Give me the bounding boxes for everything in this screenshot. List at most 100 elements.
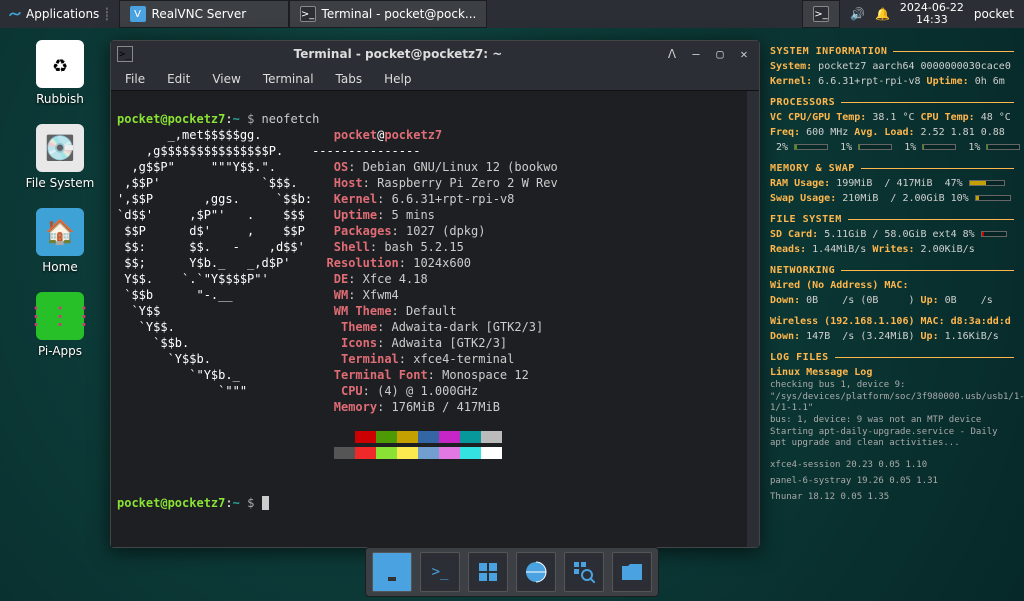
- conky-section-filesystem: FILE SYSTEM: [770, 212, 1014, 227]
- neofetch-key-memory: Memory: [334, 400, 377, 414]
- conky-log-heading: Linux Message Log: [770, 365, 1014, 380]
- menu-edit[interactable]: Edit: [157, 70, 200, 88]
- neofetch-val-termfont: : Monospace 12: [428, 368, 529, 382]
- prompt-command: neofetch: [262, 112, 320, 126]
- menu-view[interactable]: View: [202, 70, 250, 88]
- conky-log-line: checking bus 1, device 9: "/sys/devices/…: [770, 380, 1014, 415]
- neofetch-ascii-line: ,g$$P" """Y$$.".: [117, 160, 276, 174]
- neofetch-val-terminal: : xfce4-terminal: [399, 352, 515, 366]
- neofetch-key-packages: Packages: [334, 224, 392, 238]
- conky-section-networking: NETWORKING: [770, 263, 1014, 278]
- taskbar-item-realvnc-label: RealVNC Server: [152, 7, 247, 21]
- neofetch-key-theme: Theme: [341, 320, 377, 334]
- neofetch-host: pocketz7: [384, 128, 442, 142]
- applications-menu-button[interactable]: Applications ┊: [0, 0, 119, 28]
- desktop-icon-rubbish[interactable]: ♻ Rubbish: [20, 40, 100, 106]
- terminal-window-title: Terminal - pocket@pocketz7: ~: [139, 47, 657, 61]
- xfce-logo-icon: [8, 7, 22, 21]
- desktop-icon-piapps[interactable]: ⋮⋮⋮ Pi-Apps: [20, 292, 100, 358]
- panel-clock[interactable]: 2024-06-22 14:33: [900, 2, 964, 26]
- conky-sd: 5.11GiB / 58.0GiB ext4 8%: [818, 229, 975, 240]
- neofetch-ascii-line: `$$b "-.__: [117, 288, 233, 302]
- terminal-window-icon: >_: [117, 46, 133, 62]
- conky-load: 2.52 1.81 0.88: [915, 127, 1005, 138]
- neofetch-user: pocket: [334, 128, 377, 142]
- dock-home-folder[interactable]: [612, 552, 652, 592]
- neofetch-val-wm: : Xfwm4: [348, 288, 399, 302]
- piapps-icon: ⋮⋮⋮: [36, 292, 84, 340]
- desktop-icon-filesystem[interactable]: 💽 File System: [20, 124, 100, 190]
- conky-section-processors: PROCESSORS: [770, 95, 1014, 110]
- neofetch-key-icons: Icons: [341, 336, 377, 350]
- conky-log-line: Starting apt-daily-upgrade.service - Dai…: [770, 427, 1014, 450]
- dock-web-browser[interactable]: [516, 552, 556, 592]
- conky-cpu0: 2%: [776, 142, 788, 153]
- window-shade-button[interactable]: ᐱ: [663, 45, 681, 63]
- volume-icon[interactable]: 🔊: [850, 7, 865, 21]
- panel-user-label[interactable]: pocket: [974, 7, 1014, 21]
- terminal-scrollbar[interactable]: [747, 91, 759, 547]
- dock-show-desktop[interactable]: [372, 552, 412, 592]
- neofetch-val-theme: : Adwaita-dark [GTK2/3]: [377, 320, 543, 334]
- menu-terminal[interactable]: Terminal: [253, 70, 324, 88]
- conky-wired-up: 0B /s: [939, 295, 993, 306]
- neofetch-key-host: Host: [334, 176, 363, 190]
- system-tray: 🔊 🔔 2024-06-22 14:33 pocket: [840, 0, 1024, 28]
- conky-panel: SYSTEM INFORMATION System: pocketz7 aarc…: [770, 38, 1014, 503]
- menu-help[interactable]: Help: [374, 70, 421, 88]
- conky-wifi: Wireless (192.168.1.106) MAC: d8:3a:dd:d: [770, 316, 1011, 327]
- swap-bar: [975, 195, 1011, 201]
- prompt-cwd: ~: [233, 496, 240, 510]
- desktop-icons: ♻ Rubbish 💽 File System 🏠 Home ⋮⋮⋮ Pi-Ap…: [20, 40, 100, 358]
- desktop-icon-piapps-label: Pi-Apps: [38, 344, 82, 358]
- neofetch-val-de: : Xfce 4.18: [348, 272, 427, 286]
- conky-wifi-up: 1.16KiB/s: [939, 331, 999, 342]
- terminal-titlebar[interactable]: >_ Terminal - pocket@pocketz7: ~ ᐱ — ▢ ✕: [111, 41, 759, 67]
- dock-file-manager[interactable]: [468, 552, 508, 592]
- window-minimize-button[interactable]: —: [687, 45, 705, 63]
- neofetch-key-shell: Shell: [334, 240, 370, 254]
- dock-terminal[interactable]: >_: [420, 552, 460, 592]
- neofetch-ascii-line: $$; Y$b._ _,d$P': [117, 256, 290, 270]
- desktop-monitor-icon: [381, 563, 403, 581]
- window-maximize-button[interactable]: ▢: [711, 45, 729, 63]
- terminal-cursor: [262, 496, 269, 510]
- menu-tabs[interactable]: Tabs: [326, 70, 373, 88]
- taskbar-item-terminal[interactable]: >_ Terminal - pocket@pock...: [289, 0, 488, 28]
- dock-appfinder[interactable]: [564, 552, 604, 592]
- neofetch-ascii-line: `Y$$: [117, 304, 160, 318]
- neofetch-ascii-line: Y$$. `.`"Y$$$$P"': [117, 272, 269, 286]
- neofetch-ascii-line: ',$$P ,ggs. `$$b:: [117, 192, 312, 206]
- desktop-icon-home[interactable]: 🏠 Home: [20, 208, 100, 274]
- window-close-button[interactable]: ✕: [735, 45, 753, 63]
- conky-ram: 199MiB / 417MiB 47%: [830, 178, 962, 189]
- terminal-icon: >_: [432, 564, 449, 580]
- terminal-icon: >_: [300, 6, 316, 22]
- prompt-user: pocket@pocketz7: [117, 496, 225, 510]
- home-icon: 🏠: [36, 208, 84, 256]
- terminal-body[interactable]: pocket@pocketz7:~ $ neofetch _,met$$$$$g…: [111, 91, 759, 547]
- terminal-window: >_ Terminal - pocket@pocketz7: ~ ᐱ — ▢ ✕…: [110, 40, 760, 548]
- neofetch-key-uptime: Uptime: [334, 208, 377, 222]
- neofetch-val-wmtheme: : Default: [392, 304, 457, 318]
- terminal-icon: >_: [813, 6, 829, 22]
- conky-wired-down: 0B /s: [800, 295, 860, 306]
- conky-swap: 210MiB / 2.00GiB 10%: [836, 193, 968, 204]
- conky-vctemp: 38.1 °C: [866, 112, 920, 123]
- taskbar-item-realvnc[interactable]: V RealVNC Server: [119, 0, 289, 28]
- tray-terminal-button[interactable]: >_: [802, 0, 840, 28]
- conky-uptime: 0h 6m: [969, 76, 1005, 87]
- conky-proc-row: panel-6-systray 19.26 0.05 1.31: [770, 476, 1014, 488]
- cpu1-bar: [858, 144, 892, 150]
- cpu2-bar: [922, 144, 956, 150]
- neofetch-key-wmtheme: WM Theme: [334, 304, 392, 318]
- neofetch-colors-dark: [334, 431, 502, 443]
- neofetch-val-kernel: : 6.6.31+rpt-rpi-v8: [377, 192, 514, 206]
- neofetch-ascii-line: ,$$P' `$$$.: [117, 176, 298, 190]
- conky-cpu2: 1%: [904, 142, 916, 153]
- notifications-icon[interactable]: 🔔: [875, 7, 890, 21]
- conky-system: pocketz7 aarch64 0000000030cace0: [812, 61, 1011, 72]
- menu-file[interactable]: File: [115, 70, 155, 88]
- taskbar-item-terminal-label: Terminal - pocket@pock...: [322, 7, 477, 21]
- conky-wired-paren: (0B ): [860, 295, 914, 306]
